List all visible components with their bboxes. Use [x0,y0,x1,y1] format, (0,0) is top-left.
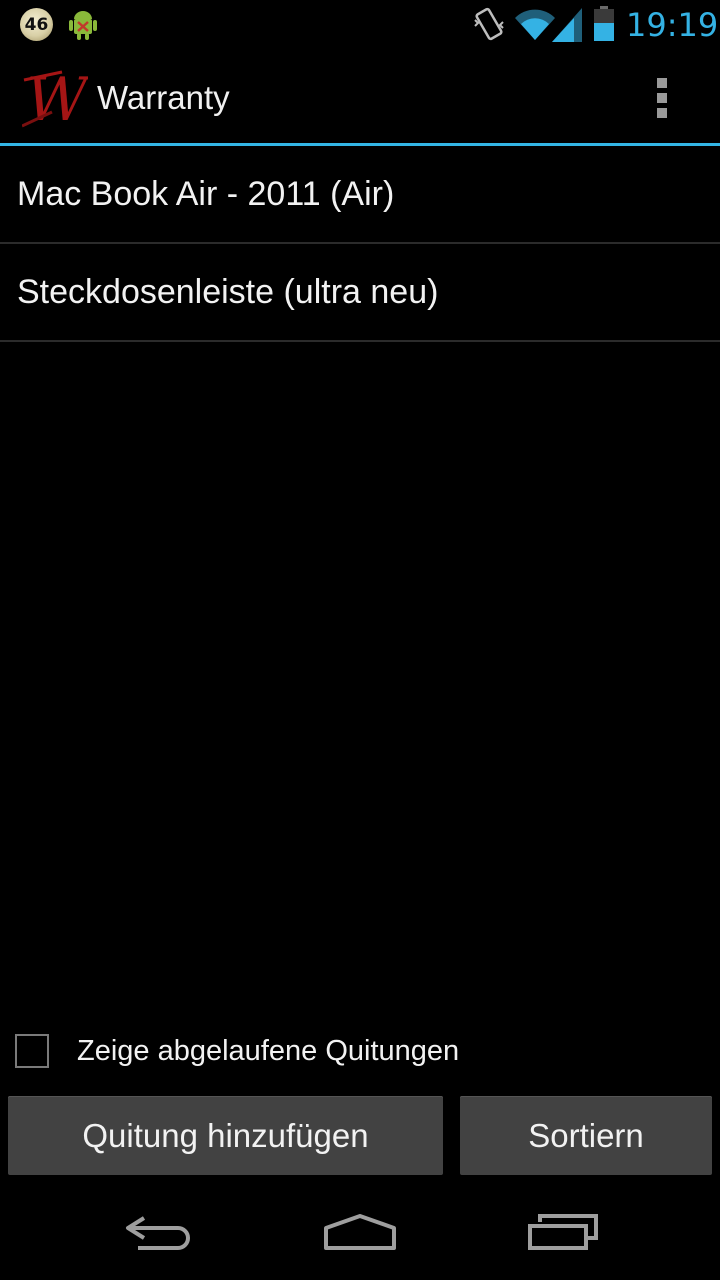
show-expired-checkbox[interactable] [15,1034,49,1068]
app-title: Warranty [97,79,230,116]
list-item-label: Steckdosenleiste (ultra neu) [17,272,439,311]
signal-icon [552,8,582,42]
app-logo-icon[interactable]: W [22,64,88,130]
clock-time: 19:19 [626,6,719,44]
overflow-menu-icon[interactable] [648,78,678,118]
status-bar: 46 19:19 [0,0,720,50]
add-receipt-button[interactable]: Quitung hinzufügen [8,1096,443,1175]
action-bar: W Warranty [0,50,720,143]
wifi-icon [515,9,555,40]
badge-icon: 46 [20,8,53,41]
receipt-list: Mac Book Air - 2011 (Air) Steckdosenleis… [0,146,720,342]
screen: 46 19:19 W Warranty Mac Book Air - 2011 … [0,0,720,1280]
show-expired-row[interactable]: Zeige abgelaufene Quitungen [0,1028,720,1074]
battery-icon [594,6,614,41]
list-item[interactable]: Mac Book Air - 2011 (Air) [0,146,720,244]
home-icon[interactable] [322,1212,398,1252]
recent-apps-icon[interactable] [526,1214,600,1254]
list-item[interactable]: Steckdosenleiste (ultra neu) [0,244,720,342]
show-expired-label: Zeige abgelaufene Quitungen [77,1035,460,1067]
list-item-label: Mac Book Air - 2011 (Air) [17,174,395,213]
sort-button[interactable]: Sortiern [460,1096,712,1175]
android-icon [69,11,97,40]
vibrate-icon [474,7,504,41]
badge-count: 46 [24,14,49,35]
back-icon[interactable] [122,1212,196,1252]
navigation-bar [0,1184,720,1280]
